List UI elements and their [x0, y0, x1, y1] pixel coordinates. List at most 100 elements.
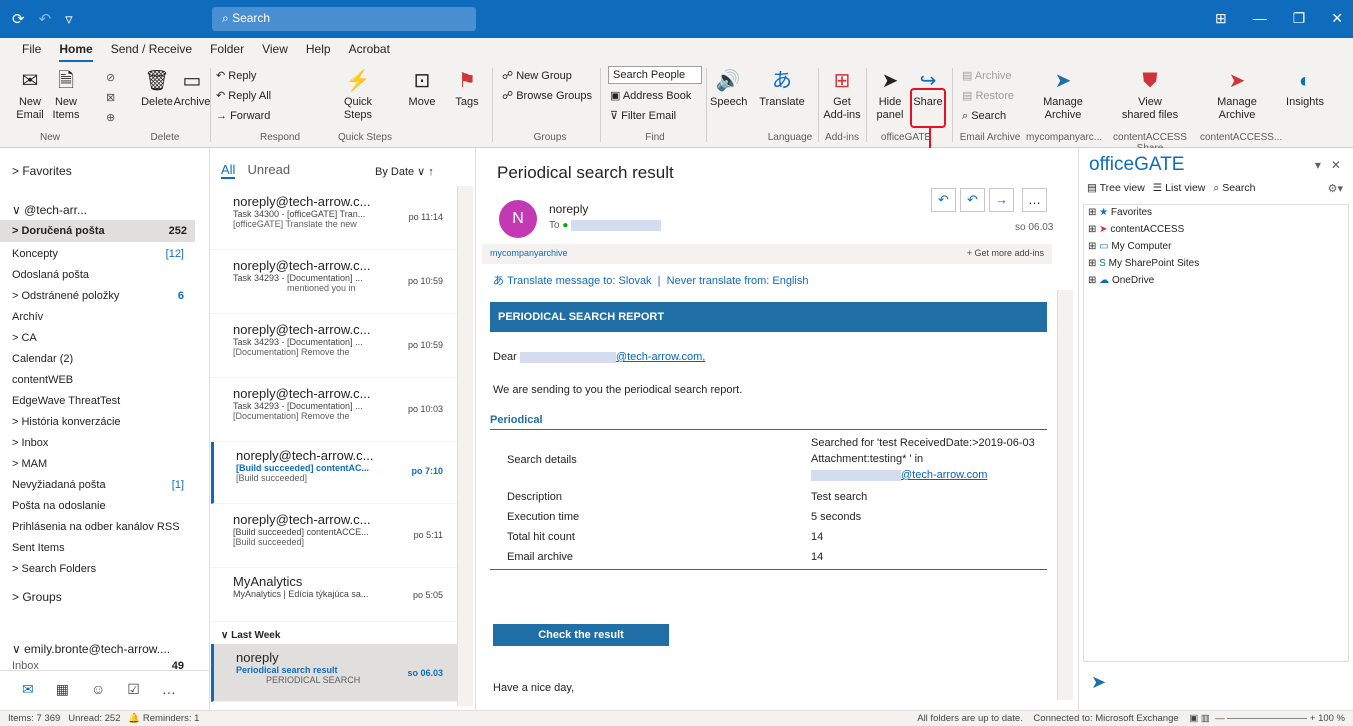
people-icon[interactable]: ☺ [91, 681, 105, 700]
manage-archive2-button[interactable]: ➤ Manage Archive [1212, 68, 1262, 122]
folder-item[interactable]: > Search Folders [12, 563, 192, 575]
menu-send-receive[interactable]: Send / Receive [111, 42, 192, 62]
folder-item[interactable]: Archív [12, 311, 192, 323]
group-header-last-week[interactable]: ∨ Last Week [221, 630, 280, 641]
view-shared-files-button[interactable]: ⛊ View shared files [1120, 68, 1180, 122]
folder-item[interactable]: > Doručená pošta 252 [0, 220, 195, 242]
reply-all-icon[interactable]: ↶ [960, 188, 985, 212]
menu-acrobat[interactable]: Acrobat [349, 42, 390, 62]
list-item[interactable]: MyAnalytics MyAnalytics | Edícia týkajúca… [211, 568, 457, 622]
never-translate-link[interactable]: Never translate from: English [667, 275, 809, 287]
settings-icon[interactable]: ⚙▾ [1328, 182, 1343, 195]
translate-link[interactable]: Translate message to: Slovak [507, 275, 652, 287]
insights-button[interactable]: ◐ Insights [1280, 68, 1330, 109]
addin-mycompanyarchive[interactable]: mycompanyarchive [490, 248, 568, 258]
folder-item[interactable]: Prihlásenia na odber kanálov RSS [12, 521, 192, 533]
address-book-button[interactable]: ▣ Address Book [610, 86, 691, 106]
list-item[interactable]: noreply Periodical search result PERIODICA… [211, 644, 457, 702]
speech-button[interactable]: 🔊 Speech [710, 68, 747, 109]
folder-item[interactable]: > História konverzácie [12, 416, 192, 428]
tab-unread[interactable]: Unread [247, 162, 290, 179]
more-actions-icon[interactable]: … [1022, 188, 1047, 212]
search-people-input[interactable]: Search People [608, 66, 702, 84]
sender-name[interactable]: noreply [549, 202, 588, 216]
favorites-folder[interactable]: > Favorites [12, 164, 192, 178]
list-scrollbar[interactable] [457, 186, 473, 706]
coming-soon-icon[interactable]: ⊞ [1215, 10, 1227, 27]
list-item[interactable]: noreply@tech-arrow.c... Task 34293 - [Doc… [211, 252, 457, 314]
menu-view[interactable]: View [262, 42, 288, 62]
tasks-icon[interactable]: ☑ [127, 681, 140, 700]
ea-search-button[interactable]: ⌕ Search [962, 106, 1006, 126]
maximize-icon[interactable]: ❐ [1293, 10, 1306, 27]
tree-node-my-computer[interactable]: ⊞ ▭ My Computer [1088, 241, 1171, 252]
ea-archive-button[interactable]: ▤ Archive [962, 66, 1012, 86]
menu-help[interactable]: Help [306, 42, 331, 62]
reply-all-button[interactable]: ↶ Reply All [216, 86, 271, 106]
new-items-button[interactable]: 🗎 New Items [48, 68, 84, 122]
list-item[interactable]: noreply@tech-arrow.c... Task 34293 - [Doc… [211, 380, 457, 442]
customize-icon[interactable]: ▿ [65, 10, 73, 28]
status-reminders[interactable]: Reminders: 1 [143, 713, 200, 724]
forward-icon[interactable]: → [989, 188, 1014, 212]
folder-item[interactable]: Pošta na odoslanie [12, 500, 192, 512]
reply-button[interactable]: ↶ Reply [216, 66, 256, 86]
folder-item[interactable]: Sent Items [12, 542, 192, 554]
folder-item[interactable]: > Inbox [12, 437, 192, 449]
folder-item[interactable]: > Groups [12, 590, 192, 604]
new-email-button[interactable]: ✉ New Email [14, 68, 46, 122]
dear-email-link[interactable]: @tech-arrow.com, [616, 351, 705, 363]
folder-item[interactable]: Nevyžiadaná pošta [1] [12, 479, 192, 491]
browse-groups-button[interactable]: ☍ Browse Groups [502, 86, 592, 106]
folder-item[interactable]: EdgeWave ThreatTest [12, 395, 192, 407]
menu-file[interactable]: File [22, 42, 41, 62]
panel-controls[interactable]: ▾ ✕ [1315, 158, 1341, 172]
tree-node-favorites[interactable]: ⊞ ★ Favorites [1088, 207, 1152, 218]
folder-item[interactable]: contentWEB [12, 374, 192, 386]
new-group-button[interactable]: ☍ New Group [502, 66, 572, 86]
delete-button[interactable]: 🗑 Delete [138, 68, 176, 109]
search-email-link[interactable]: @tech-arrow.com [901, 469, 987, 481]
account-header[interactable]: ∨ @tech-arr... [12, 203, 192, 217]
og-search-tab[interactable]: ⌕ Search [1213, 182, 1255, 195]
translate-button[interactable]: あ Translate [758, 68, 806, 109]
get-addins-button[interactable]: ⊞ Get Add-ins [822, 68, 862, 122]
sort-by-date[interactable]: By Date ∨ ↑ [375, 165, 434, 178]
tree-node-onedrive[interactable]: ⊞ ☁ OneDrive [1088, 275, 1154, 286]
get-more-addins[interactable]: + Get more add-ins [967, 248, 1044, 258]
list-view-tab[interactable]: ☰ List view [1153, 182, 1206, 195]
close-icon[interactable]: ✕ [1331, 10, 1343, 27]
normal-view-icon[interactable]: ▣ [1189, 713, 1198, 724]
folder-item[interactable]: > MAM [12, 458, 192, 470]
undo-icon[interactable]: ↶ [39, 10, 52, 28]
filter-email-button[interactable]: ⊽ Filter Email [610, 106, 676, 126]
sync-icon[interactable]: ⟳ [12, 10, 25, 28]
zoom-slider[interactable] [1227, 717, 1308, 719]
folder-item[interactable]: Calendar (2) [12, 353, 192, 365]
folder-item[interactable]: Odoslaná pošta [12, 269, 192, 281]
calendar-icon[interactable]: ▦ [56, 681, 69, 700]
folder-item[interactable]: > Odstránené položky 6 [12, 290, 192, 302]
account2-header[interactable]: ∨ emily.bronte@tech-arrow.... [12, 642, 192, 656]
check-result-button[interactable]: Check the result [493, 624, 669, 646]
tree-node-contentaccess[interactable]: ⊞ ➤ contentACCESS [1088, 224, 1184, 235]
ignore-icon[interactable]: ⊘ ⊠ ⊕ [106, 68, 115, 128]
tags-button[interactable]: ⚑ Tags [452, 68, 482, 109]
mail-icon[interactable]: ✉ [22, 681, 34, 700]
list-item[interactable]: noreply@tech-arrow.c... Task 34293 - [Doc… [211, 316, 457, 378]
forward-button[interactable]: → Forward [216, 106, 270, 126]
folder-item[interactable]: Koncepty [12] [12, 248, 192, 260]
manage-archive-button[interactable]: ➤ Manage Archive [1038, 68, 1088, 122]
list-item[interactable]: noreply@tech-arrow.c... Task 34300 - [off… [211, 188, 457, 250]
minimize-icon[interactable]: — [1253, 10, 1267, 27]
reading-view-icon[interactable]: ▥ [1201, 713, 1210, 724]
tab-all[interactable]: All [221, 162, 236, 179]
list-item[interactable]: noreply@tech-arrow.c... [Build succeeded]… [211, 442, 457, 504]
search-input[interactable]: ⌕ Search [212, 7, 476, 31]
reading-scrollbar[interactable] [1057, 290, 1073, 700]
menu-home[interactable]: Home [59, 42, 93, 62]
archive-button[interactable]: ▭ Archive [172, 68, 212, 109]
more-icon[interactable]: … [162, 681, 176, 700]
reply-icon[interactable]: ↶ [931, 188, 956, 212]
list-item[interactable]: noreply@tech-arrow.c... [Build succeeded]… [211, 506, 457, 568]
